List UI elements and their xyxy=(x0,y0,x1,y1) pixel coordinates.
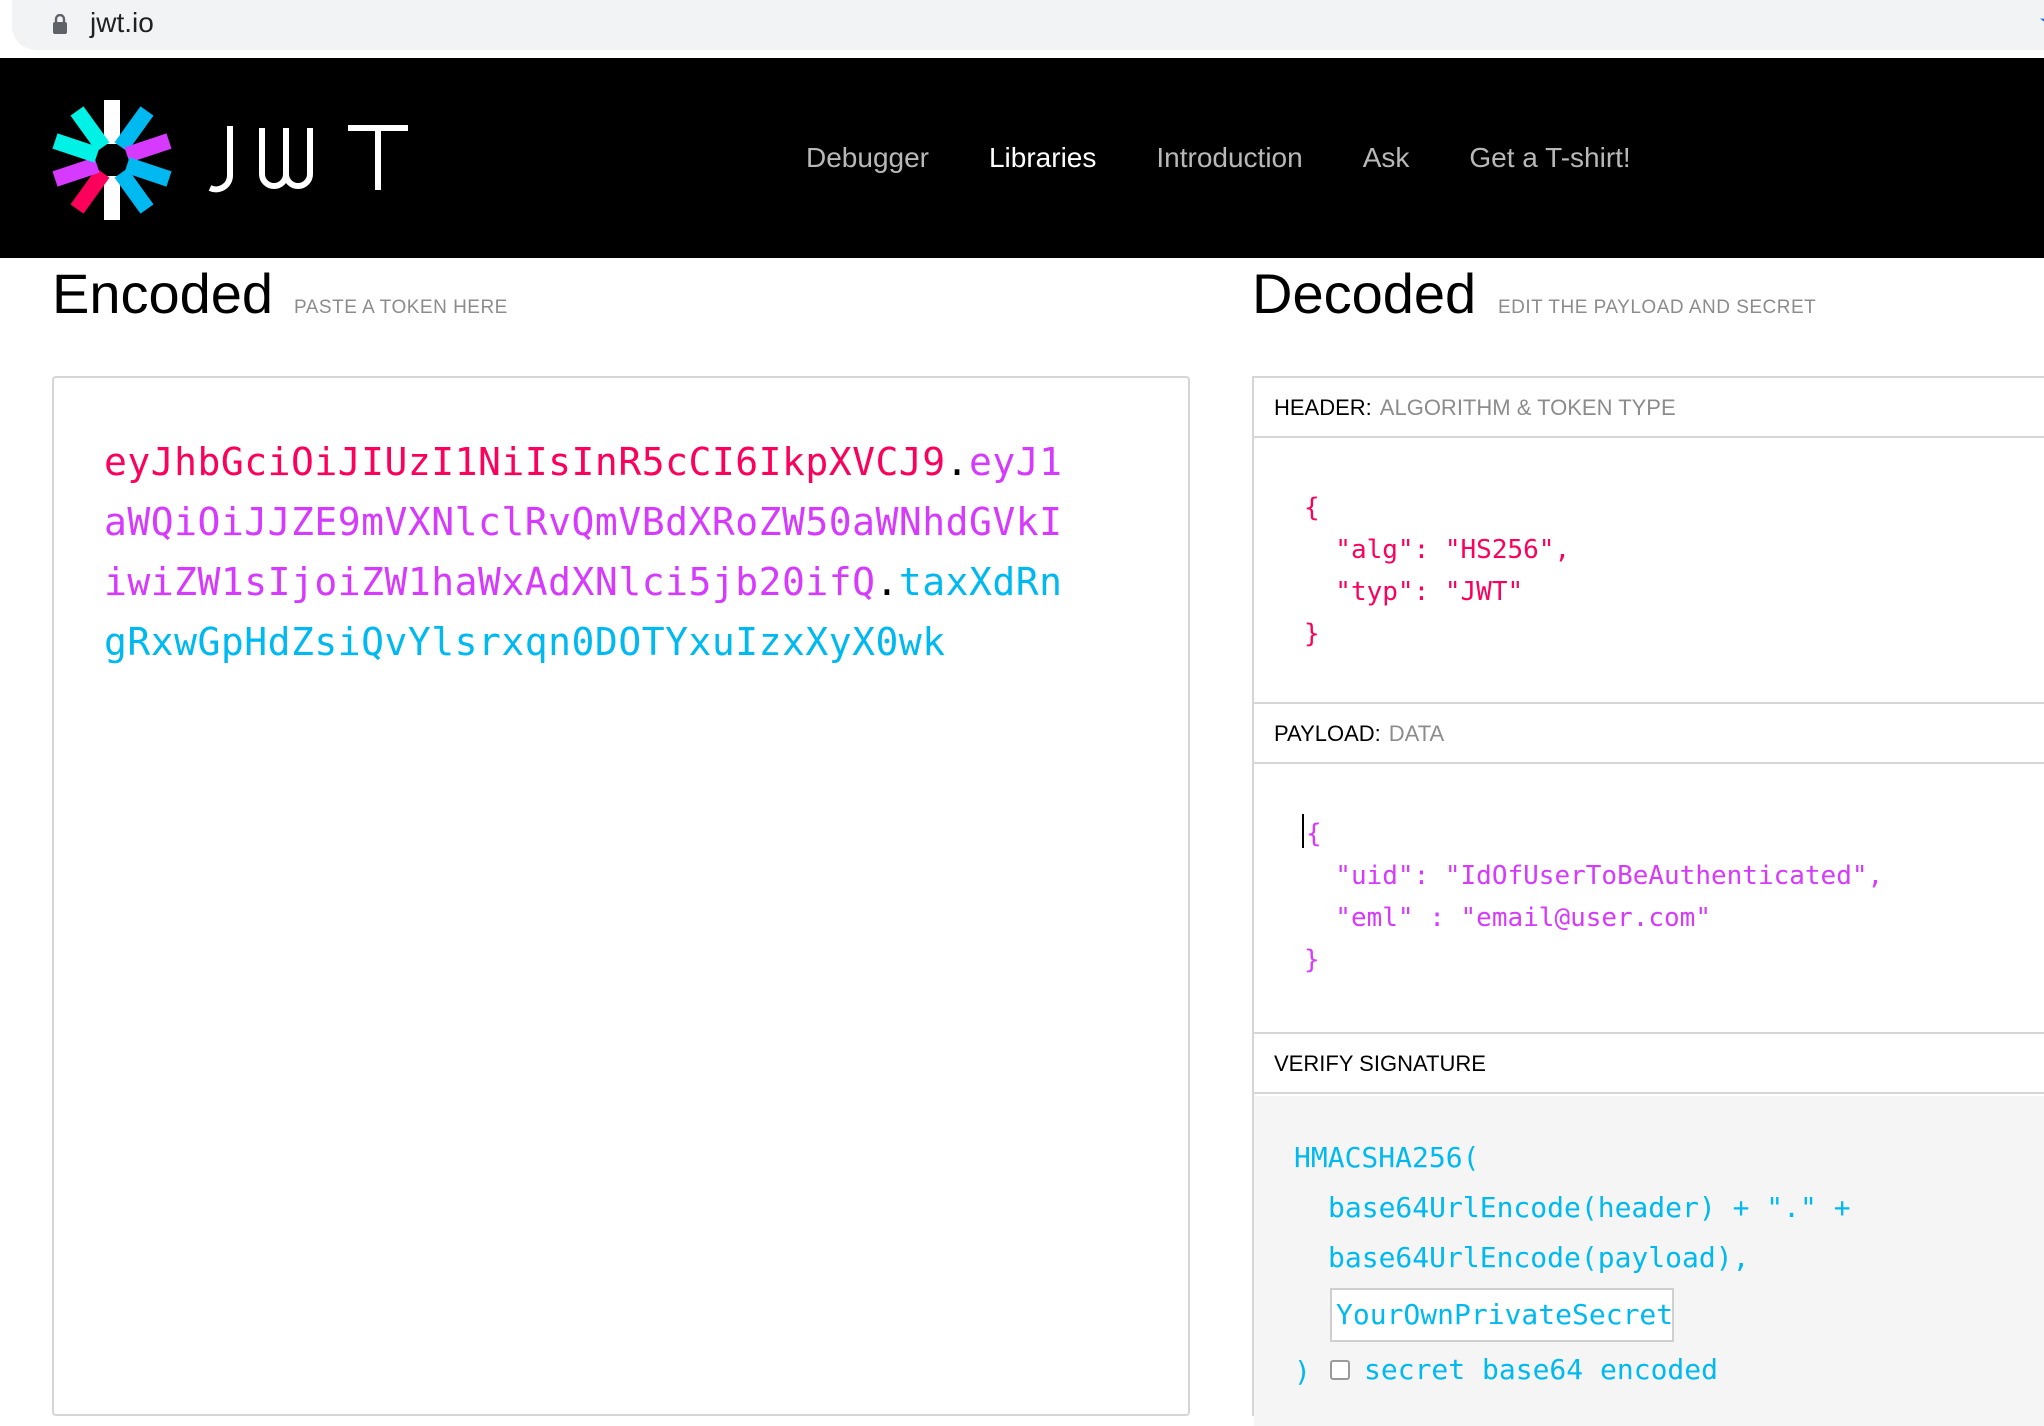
jwt-wordmark-logo[interactable] xyxy=(208,124,418,194)
verify-label: VERIFY SIGNATURE xyxy=(1274,1051,1486,1076)
nav-link-libraries[interactable]: Libraries xyxy=(989,138,1096,178)
token-separator: . xyxy=(875,560,899,604)
code-line: { xyxy=(1306,819,1322,849)
lock-icon xyxy=(53,14,67,34)
bookmark-star-icon[interactable]: ★ xyxy=(2038,8,2044,38)
encoded-title: Encoded xyxy=(52,262,274,325)
header-section-title: HEADER: ALGORITHM & TOKEN TYPE xyxy=(1254,378,2044,438)
token-header-part: eyJhbGciOiJIUzI1NiIsInR5cCI6IkpXVCJ9 xyxy=(104,440,946,484)
code-line: "eml" : "email@user.com" xyxy=(1304,903,1711,933)
url-text: jwt.io xyxy=(90,7,154,38)
verify-section-title: VERIFY SIGNATURE xyxy=(1254,1034,2044,1094)
header-json-editor[interactable]: { "alg": "HS256", "typ": "JWT" } xyxy=(1254,438,2044,704)
close-paren: ) xyxy=(1294,1355,1311,1388)
secret-input[interactable]: YourOwnPrivateSecret xyxy=(1330,1288,1674,1342)
code-line: base64UrlEncode(header) + "." + xyxy=(1328,1191,1851,1224)
code-line: base64UrlEncode(payload), xyxy=(1328,1241,1750,1274)
text-cursor xyxy=(1302,814,1304,848)
encoded-subtitle: PASTE A TOKEN HERE xyxy=(294,297,508,318)
code-line: HMACSHA256( xyxy=(1294,1141,1480,1174)
encoded-token-text: eyJhbGciOiJIUzI1NiIsInR5cCI6IkpXVCJ9.eyJ… xyxy=(104,432,1084,672)
nav-link-debugger[interactable]: Debugger xyxy=(806,138,929,178)
code-line: "uid": "IdOfUserToBeAuthenticated", xyxy=(1304,861,1884,891)
verify-signature-body: HMACSHA256( base64UrlEncode(header) + ".… xyxy=(1254,1096,2044,1426)
decoded-panel: HEADER: ALGORITHM & TOKEN TYPE { "alg": "… xyxy=(1252,376,2044,1426)
payload-sublabel: DATA xyxy=(1388,721,1445,746)
url-field[interactable]: jwt.io ★ xyxy=(12,0,2044,50)
secret-base64-label[interactable]: secret base64 encoded xyxy=(1364,1350,1718,1390)
jwt-logo-icon[interactable] xyxy=(50,98,174,222)
secret-base64-checkbox[interactable] xyxy=(1330,1360,1350,1380)
nav-link-introduction[interactable]: Introduction xyxy=(1156,138,1302,178)
nav-link-ask[interactable]: Ask xyxy=(1363,138,1410,178)
main-nav: Debugger Libraries Introduction Ask Get … xyxy=(806,138,1691,178)
code-line: "alg": "HS256", xyxy=(1304,535,1571,565)
code-line: "typ": "JWT" xyxy=(1304,577,1524,607)
header-sublabel: ALGORITHM & TOKEN TYPE xyxy=(1379,395,1676,420)
payload-label: PAYLOAD: xyxy=(1274,721,1381,746)
nav-link-tshirt[interactable]: Get a T-shirt! xyxy=(1469,138,1630,178)
code-line: } xyxy=(1304,619,1320,649)
site-header: Debugger Libraries Introduction Ask Get … xyxy=(0,58,2044,258)
code-line: } xyxy=(1304,945,1320,975)
decoded-subtitle: EDIT THE PAYLOAD AND SECRET xyxy=(1498,297,1817,318)
header-label: HEADER: xyxy=(1274,395,1372,420)
token-separator: . xyxy=(945,440,969,484)
encoded-token-textarea[interactable]: eyJhbGciOiJIUzI1NiIsInR5cCI6IkpXVCJ9.eyJ… xyxy=(52,376,1190,1416)
code-line: { xyxy=(1304,493,1320,523)
decoded-title: Decoded xyxy=(1252,262,1477,325)
payload-section-title: PAYLOAD: DATA xyxy=(1254,704,2044,764)
payload-json-editor[interactable]: { "uid": "IdOfUserToBeAuthenticated", "e… xyxy=(1254,764,2044,1034)
browser-address-bar: jwt.io ★ xyxy=(0,0,2044,58)
